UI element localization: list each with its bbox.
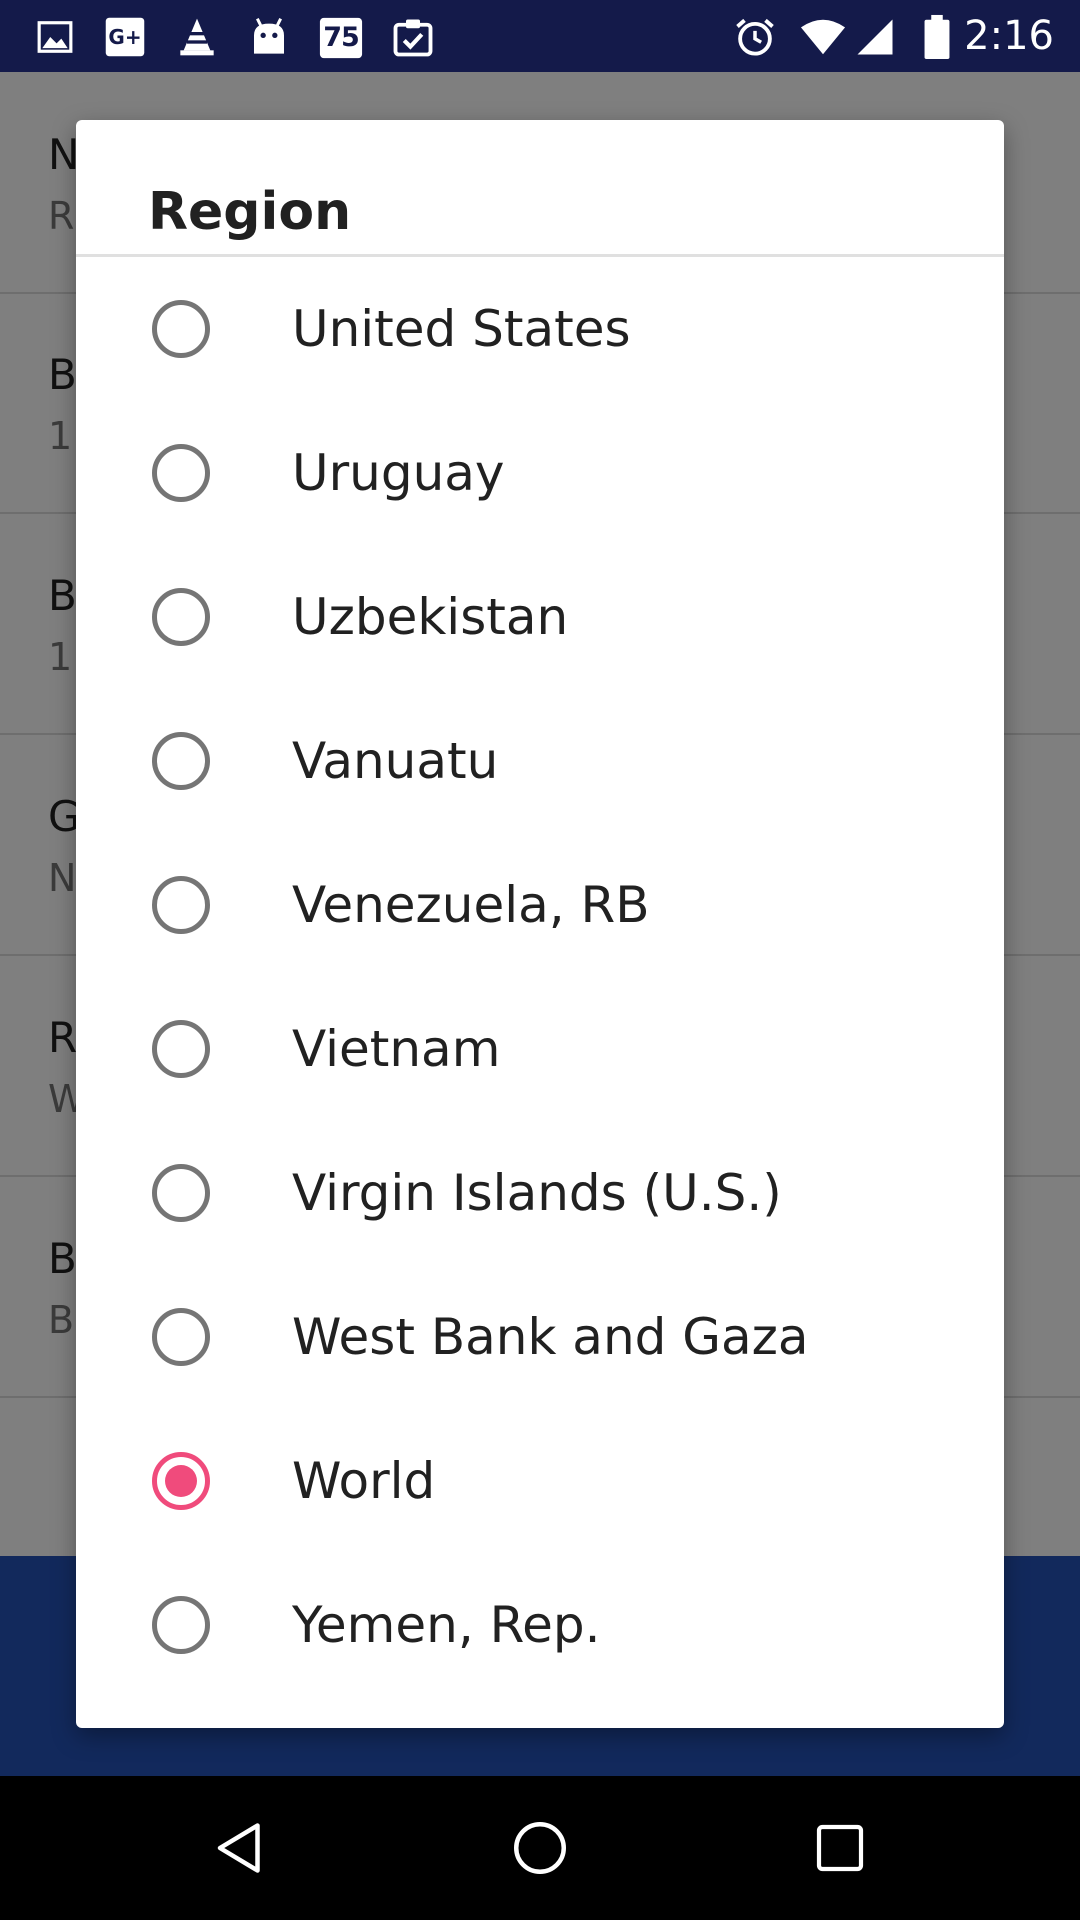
calendar-day-number: 75 bbox=[323, 21, 360, 53]
radio-button-unchecked[interactable] bbox=[152, 444, 210, 502]
back-icon[interactable] bbox=[204, 1812, 276, 1884]
region-option[interactable]: Vanuatu bbox=[76, 689, 1004, 833]
region-option-label: Uzbekistan bbox=[292, 588, 569, 646]
radio-button-unchecked[interactable] bbox=[152, 732, 210, 790]
radio-dot bbox=[165, 1465, 197, 1497]
radio-button-unchecked[interactable] bbox=[152, 300, 210, 358]
radio-button-unchecked[interactable] bbox=[152, 1164, 210, 1222]
region-option[interactable]: Yemen, Rep. bbox=[76, 1553, 1004, 1697]
radio-button-unchecked[interactable] bbox=[152, 1020, 210, 1078]
region-options-list[interactable]: United States Uruguay Uzbekistan Vanuatu Ven… bbox=[76, 257, 1004, 1697]
region-option-label: Virgin Islands (U.S.) bbox=[292, 1164, 782, 1222]
radio-button-unchecked[interactable] bbox=[152, 1596, 210, 1654]
region-option-label: United States bbox=[292, 300, 631, 358]
region-option-label: Vanuatu bbox=[292, 732, 499, 790]
alarm-icon bbox=[732, 14, 778, 60]
google-plus-label: G+ bbox=[108, 25, 142, 49]
region-option[interactable]: Uzbekistan bbox=[76, 545, 1004, 689]
google-plus-icon: G+ bbox=[102, 14, 148, 60]
region-option[interactable]: Virgin Islands (U.S.) bbox=[76, 1121, 1004, 1265]
navigation-bar bbox=[0, 1776, 1080, 1920]
region-option-label: World bbox=[292, 1452, 436, 1510]
region-option[interactable]: Uruguay bbox=[76, 401, 1004, 545]
recents-icon[interactable] bbox=[804, 1812, 876, 1884]
region-option-label: West Bank and Gaza bbox=[292, 1308, 809, 1366]
region-option[interactable]: United States bbox=[76, 257, 1004, 401]
dialog-title: Region bbox=[148, 182, 352, 242]
checklist-icon bbox=[390, 14, 436, 60]
region-option-label: Yemen, Rep. bbox=[292, 1596, 601, 1654]
region-option-label: Vietnam bbox=[292, 1020, 501, 1078]
image-icon bbox=[32, 14, 78, 60]
home-icon[interactable] bbox=[504, 1812, 576, 1884]
region-option[interactable]: World bbox=[76, 1409, 1004, 1553]
status-bar: G+ 75 2:16 bbox=[0, 0, 1080, 72]
wifi-icon bbox=[800, 14, 846, 60]
region-option[interactable]: Vietnam bbox=[76, 977, 1004, 1121]
radio-button-unchecked[interactable] bbox=[152, 876, 210, 934]
radio-button-checked[interactable] bbox=[152, 1452, 210, 1510]
calendar-icon: 75 bbox=[318, 14, 364, 60]
region-dialog: Region United States Uruguay Uzbekistan Van… bbox=[76, 120, 1004, 1728]
region-option-label: Uruguay bbox=[292, 444, 505, 502]
radio-button-unchecked[interactable] bbox=[152, 1308, 210, 1366]
region-option[interactable]: Venezuela, RB bbox=[76, 833, 1004, 977]
radio-button-unchecked[interactable] bbox=[152, 588, 210, 646]
region-option-label: Venezuela, RB bbox=[292, 876, 650, 934]
region-option[interactable]: West Bank and Gaza bbox=[76, 1265, 1004, 1409]
status-clock: 2:16 bbox=[964, 13, 1054, 59]
vlc-cone-icon bbox=[174, 14, 220, 60]
android-head-icon bbox=[246, 14, 292, 60]
battery-icon bbox=[914, 14, 960, 60]
signal-icon bbox=[852, 14, 898, 60]
